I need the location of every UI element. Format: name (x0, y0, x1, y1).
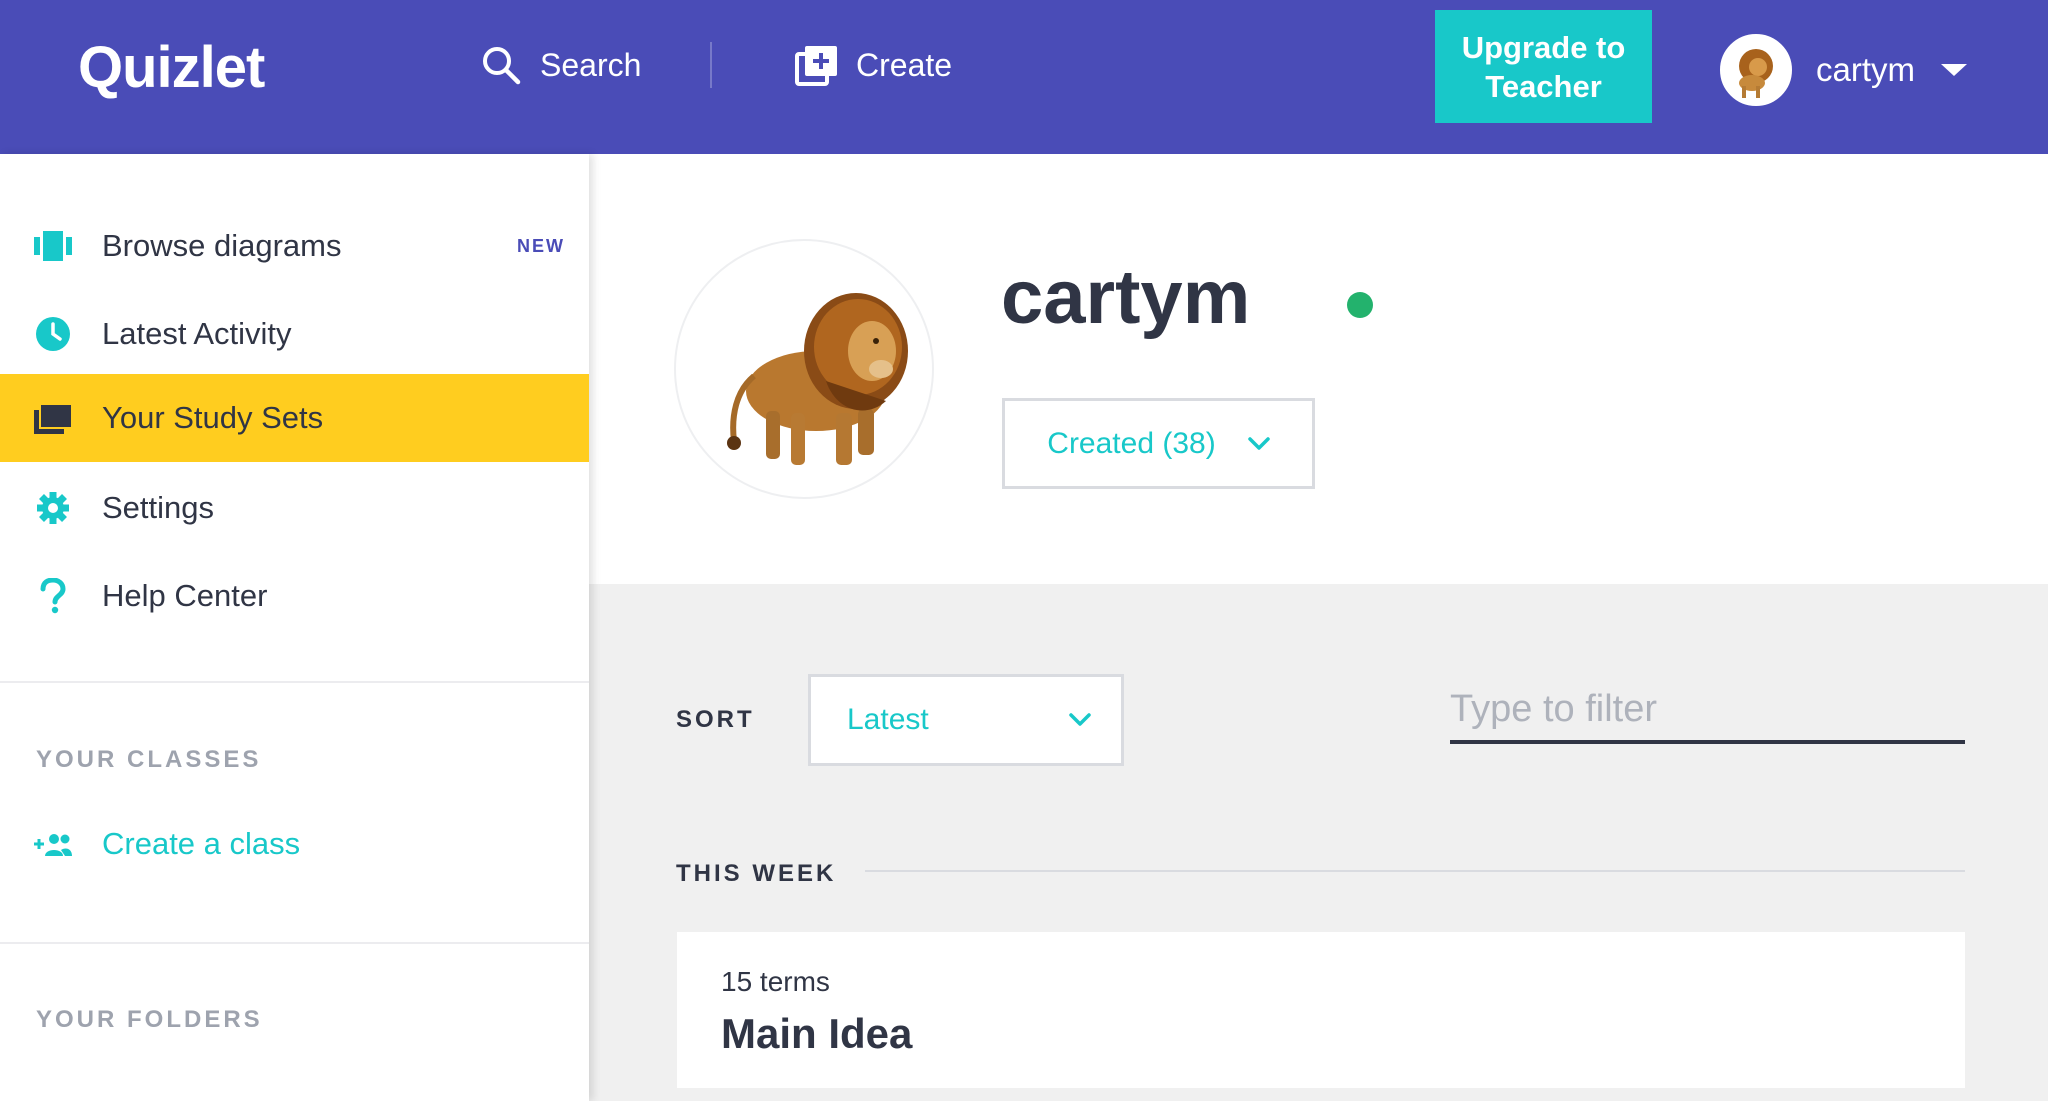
quizlet-logo[interactable]: Quizlet (78, 34, 265, 101)
study-sets-section: SORT Latest THIS WEEK 15 terms Main Idea (589, 584, 2048, 1101)
sidebar-item-label: Help Center (102, 578, 268, 613)
sidebar-item-label: Settings (102, 490, 215, 525)
search-icon (478, 42, 524, 88)
section-divider (865, 870, 1965, 872)
sidebar-item-label: Your Study Sets (102, 400, 324, 435)
profile-username: cartym (1001, 255, 1251, 340)
create-class-link[interactable]: Create a class (0, 814, 300, 874)
main-content: cartym Created (38) SORT Latest THIS WEE… (589, 154, 2048, 1101)
your-classes-heading: YOUR CLASSES (36, 746, 262, 773)
add-set-icon (794, 42, 840, 88)
set-title: Main Idea (721, 1010, 913, 1057)
chevron-down-icon (1941, 64, 1967, 76)
study-set-card[interactable]: 15 terms Main Idea (677, 932, 1965, 1088)
sort-value: Latest (847, 703, 929, 736)
search-button[interactable]: Search (478, 40, 641, 90)
sidebar-item-settings[interactable]: Settings (0, 464, 589, 552)
sidebar-item-help-center[interactable]: Help Center (0, 552, 589, 640)
gear-icon (34, 489, 72, 527)
top-navigation-bar: Quizlet Search Create Upgrade to Teacher… (0, 0, 2048, 154)
sort-dropdown[interactable]: Latest (808, 674, 1124, 766)
diagram-icon (34, 227, 72, 265)
sidebar-item-latest-activity[interactable]: Latest Activity (0, 290, 589, 378)
created-filter-label: Created (38) (1047, 426, 1216, 460)
sidebar-item-your-study-sets[interactable]: Your Study Sets (0, 374, 589, 462)
sidebar: Browse diagrams NEW Latest Activity Your… (0, 154, 589, 1101)
profile-header: cartym Created (38) (589, 154, 2048, 584)
set-term-count: 15 terms (721, 966, 830, 997)
search-label: Search (540, 46, 642, 83)
study-sets-icon (34, 399, 72, 437)
add-group-icon (34, 825, 72, 863)
upgrade-to-teacher-button[interactable]: Upgrade to Teacher (1435, 10, 1652, 123)
sidebar-divider (0, 681, 589, 683)
online-status-indicator (1347, 292, 1373, 318)
chevron-down-icon (1247, 436, 1270, 451)
chevron-down-icon (1069, 713, 1091, 727)
create-button[interactable]: Create (794, 40, 952, 90)
user-menu[interactable]: cartym (1720, 34, 1967, 106)
nav-divider (710, 42, 712, 88)
avatar (1720, 34, 1792, 106)
create-label: Create (856, 46, 953, 83)
question-icon (34, 577, 72, 615)
profile-avatar (674, 239, 934, 499)
clock-icon (34, 315, 72, 353)
created-filter-dropdown[interactable]: Created (38) (1002, 398, 1315, 489)
sort-label: SORT (676, 706, 755, 733)
this-week-heading: THIS WEEK (676, 860, 837, 887)
username-label: cartym (1816, 51, 1915, 88)
your-folders-heading: YOUR FOLDERS (36, 1006, 263, 1033)
filter-input[interactable] (1450, 678, 1965, 744)
sidebar-divider (0, 942, 589, 944)
new-badge: NEW (517, 235, 565, 256)
create-class-label: Create a class (102, 826, 301, 861)
sidebar-item-browse-diagrams[interactable]: Browse diagrams NEW (0, 202, 589, 290)
sidebar-item-label: Browse diagrams (102, 228, 342, 263)
sidebar-item-label: Latest Activity (102, 316, 292, 351)
